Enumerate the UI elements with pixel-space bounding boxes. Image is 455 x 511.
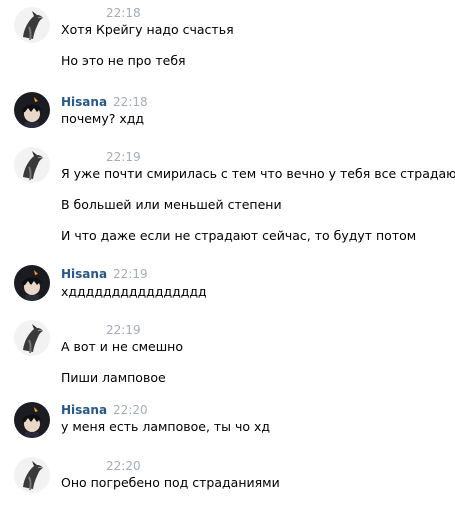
message-time[interactable]: 22:18 (106, 6, 141, 20)
message-time[interactable]: 22:18 (113, 95, 148, 109)
wolf-avatar[interactable] (14, 457, 50, 493)
author-name[interactable]: Hisana (61, 267, 107, 281)
message-time[interactable]: 22:20 (113, 403, 148, 417)
message-time[interactable]: 22:19 (106, 323, 141, 337)
message-text: Хотя Крейгу надо счастья (61, 22, 234, 37)
message-text: хдддддддддддддддд (61, 284, 207, 299)
message-text: Я уже почти смирилась с тем что вечно у … (61, 166, 455, 181)
message-header: 22:19 (61, 150, 141, 164)
hisana-avatar[interactable] (14, 265, 50, 301)
message-header: 22:18 (61, 6, 141, 20)
hisana-avatar[interactable] (14, 92, 50, 128)
author-name[interactable]: Hisana (61, 403, 107, 417)
hisana-avatar[interactable] (14, 402, 50, 438)
message-text: И что даже если не страдают сейчас, то б… (61, 228, 417, 243)
message-time[interactable]: 22:20 (106, 459, 141, 473)
wolf-avatar[interactable] (14, 7, 50, 43)
message-header: Hisana 22:20 (61, 403, 148, 417)
message-time[interactable]: 22:19 (113, 267, 148, 281)
message-header: Hisana 22:19 (61, 267, 148, 281)
message-text: Пиши ламповое (61, 370, 166, 385)
wolf-avatar[interactable] (14, 320, 50, 356)
message-text: Но это не про тебя (61, 53, 186, 68)
message-text: Оно погребено под страданиями (61, 475, 280, 490)
message-text: у меня есть ламповое, ты чо хд (61, 419, 271, 434)
wolf-avatar[interactable] (14, 147, 50, 183)
message-text: А вот и не смешно (61, 339, 183, 354)
message-text: почему? хдд (61, 111, 145, 126)
message-text: В большей или меньшей степени (61, 197, 282, 212)
message-header: Hisana 22:18 (61, 95, 148, 109)
message-header: 22:19 (61, 323, 141, 337)
message-time[interactable]: 22:19 (106, 150, 141, 164)
message-header: 22:20 (61, 459, 141, 473)
author-name[interactable]: Hisana (61, 95, 107, 109)
